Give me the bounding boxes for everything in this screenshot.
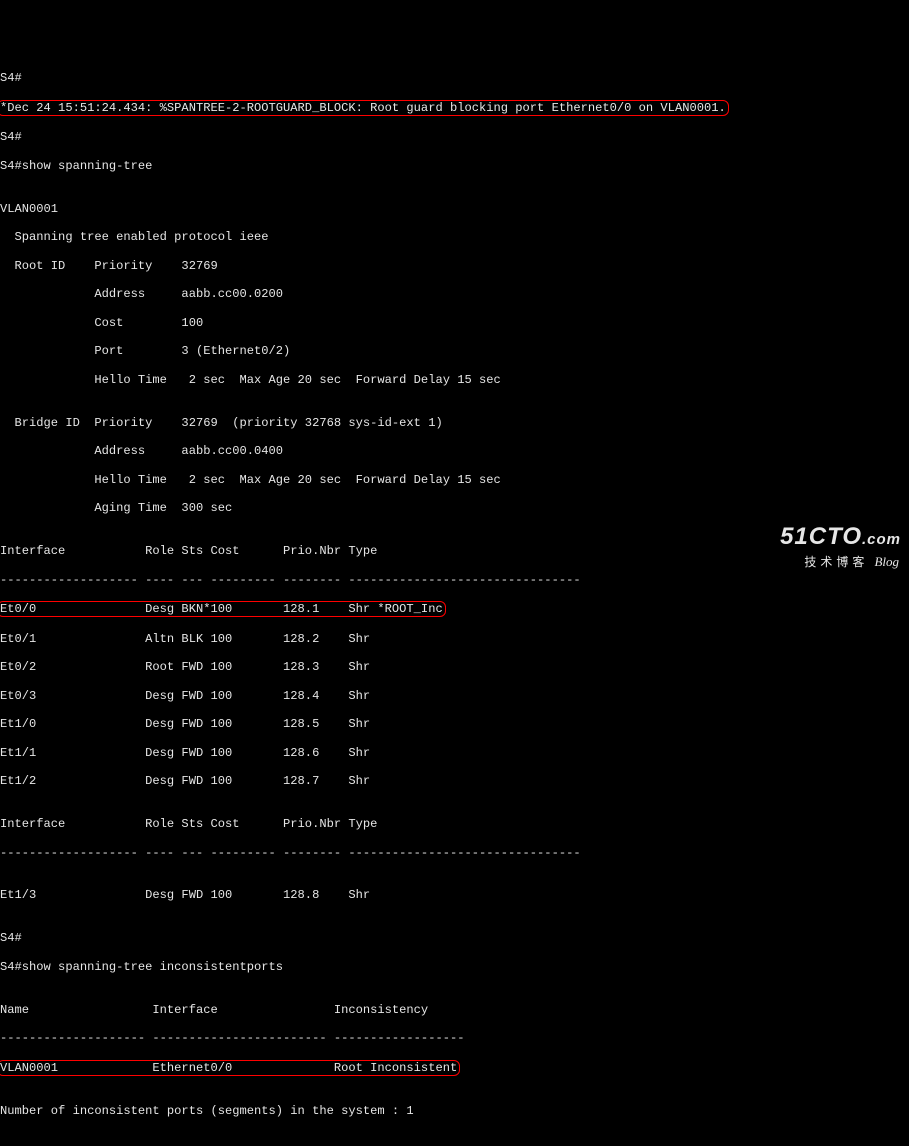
interface-row: Et1/3 Desg FWD 100 128.8 Shr <box>0 888 909 902</box>
interface-row-et00: Et0/0 Desg BKN*100 128.1 Shr *ROOT_Inc <box>0 601 909 617</box>
prompt-line: S4# <box>0 71 909 85</box>
log-rootguard-block: *Dec 24 15:51:24.434: %SPANTREE-2-ROOTGU… <box>0 100 909 116</box>
terminal-output: S4# *Dec 24 15:51:24.434: %SPANTREE-2-RO… <box>0 57 909 1146</box>
divider: ------------------- ---- --- --------- -… <box>0 846 909 860</box>
divider: -------------------- -------------------… <box>0 1031 909 1045</box>
inconsistent-summary: Number of inconsistent ports (segments) … <box>0 1104 909 1118</box>
divider: ------------------- ---- --- --------- -… <box>0 573 909 587</box>
interface-table-header: Interface Role Sts Cost Prio.Nbr Type <box>0 544 909 558</box>
interface-row: Et0/1 Altn BLK 100 128.2 Shr <box>0 632 909 646</box>
interface-table-header: Interface Role Sts Cost Prio.Nbr Type <box>0 817 909 831</box>
prompt-line: S4# <box>0 130 909 144</box>
vlan-id: VLAN0001 <box>0 202 909 216</box>
highlight-rootguard: *Dec 24 15:51:24.434: %SPANTREE-2-ROOTGU… <box>0 100 729 116</box>
interface-row: Et1/0 Desg FWD 100 128.5 Shr <box>0 717 909 731</box>
interface-row: Et0/2 Root FWD 100 128.3 Shr <box>0 660 909 674</box>
cmd-show-inconsistentports: S4#show spanning-tree inconsistentports <box>0 960 909 974</box>
interface-row: Et0/3 Desg FWD 100 128.4 Shr <box>0 689 909 703</box>
inconsistent-row: VLAN0001 Ethernet0/0 Root Inconsistent <box>0 1060 909 1076</box>
inconsistent-table-header: Name Interface Inconsistency <box>0 1003 909 1017</box>
interface-row: Et1/1 Desg FWD 100 128.6 Shr <box>0 746 909 760</box>
cmd-show-spanning-tree: S4#show spanning-tree <box>0 159 909 173</box>
watermark-sub: 技术博客Blog <box>804 554 899 569</box>
interface-row: Et1/2 Desg FWD 100 128.7 Shr <box>0 774 909 788</box>
watermark-logo: 51CTO.com <box>780 523 901 551</box>
highlight-inconsistent-row: VLAN0001 Ethernet0/0 Root Inconsistent <box>0 1060 460 1076</box>
prompt-line: S4# <box>0 931 909 945</box>
highlight-root-inc-row: Et0/0 Desg BKN*100 128.1 Shr *ROOT_Inc <box>0 601 446 617</box>
